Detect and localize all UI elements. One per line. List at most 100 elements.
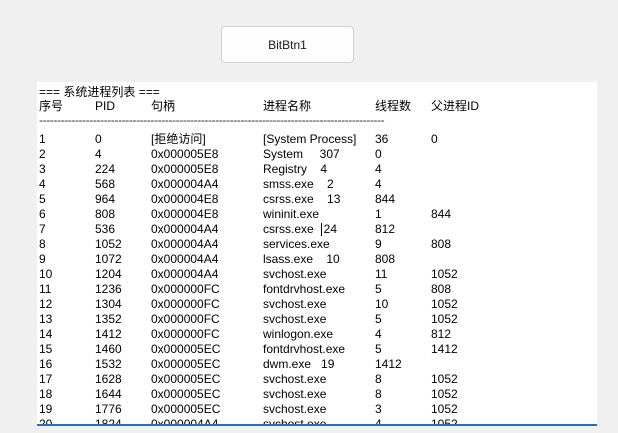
cell-parent-pid: 1052 bbox=[431, 312, 458, 326]
cell-thread-count: 5 bbox=[375, 342, 382, 356]
cell-thread-count: 10 bbox=[375, 297, 389, 311]
cell-index: 14 bbox=[39, 327, 53, 341]
process-row: 15 1460 0x000005EC fontdrvhost.exe 5 1412 bbox=[39, 342, 597, 357]
cell-index: 1 bbox=[39, 132, 46, 146]
cell-process-name: csrss.exe 13 bbox=[263, 192, 341, 206]
cell-process-name: svchost.exe bbox=[263, 297, 327, 311]
cell-thread-count: 4 bbox=[375, 327, 382, 341]
cell-process-name: wininit.exe bbox=[263, 207, 320, 221]
memo-content: === 系统进程列表 === 序号 PID 句柄 进程名称 线程数 父进程ID … bbox=[39, 85, 597, 426]
cell-process-name: services.exe bbox=[263, 237, 330, 251]
cell-handle: 0x000000FC bbox=[151, 327, 220, 341]
cell-process-name: fontdrvhost.exe bbox=[263, 342, 346, 356]
cell-handle: 0x000004A4 bbox=[151, 252, 219, 266]
process-row: 12 1304 0x000000FC svchost.exe 10 1052 bbox=[39, 297, 597, 312]
cell-handle: 0x000000FC bbox=[151, 282, 220, 296]
cell-process-name: lsass.exe 10 bbox=[263, 252, 340, 266]
cell-thread-count: 11 bbox=[375, 267, 388, 281]
cell-thread-count: 812 bbox=[375, 222, 396, 236]
cell-process-name: Registry 4 bbox=[263, 162, 328, 176]
cell-thread-count: 1412 bbox=[375, 357, 402, 371]
cell-pid: 0 bbox=[95, 132, 102, 146]
cell-thread-count: 4 bbox=[375, 417, 382, 426]
cell-handle: 0x000000FC bbox=[151, 297, 220, 311]
cell-process-name: csrss.exe 24 bbox=[263, 222, 338, 236]
header-row: 序号 PID 句柄 进程名称 线程数 父进程ID bbox=[39, 98, 597, 114]
cell-process-name: System 307 bbox=[263, 147, 340, 161]
cell-handle: 0x000005E8 bbox=[151, 147, 219, 161]
process-row: 18 1644 0x000005EC svchost.exe 8 1052 bbox=[39, 387, 597, 402]
cell-thread-count: 8 bbox=[375, 387, 382, 401]
cell-process-name: winlogon.exe bbox=[263, 327, 334, 341]
cell-pid: 1304 bbox=[95, 297, 122, 311]
cell-pid: 1204 bbox=[95, 267, 122, 281]
cell-pid: 1532 bbox=[95, 357, 122, 371]
process-row: 3 224 0x000005E8 Registry 4 4 bbox=[39, 162, 597, 177]
process-row: 1 0 [拒绝访问] [System Process] 36 0 bbox=[39, 132, 597, 147]
cell-index: 6 bbox=[39, 207, 46, 221]
header-process-name: 进程名称 bbox=[263, 99, 312, 113]
cell-pid: 1352 bbox=[95, 312, 122, 326]
cell-parent-pid: 1412 bbox=[431, 342, 458, 356]
cell-index: 2 bbox=[39, 147, 46, 161]
process-row: 19 1776 0x000005EC svchost.exe 3 1052 bbox=[39, 402, 597, 417]
cell-pid: 1052 bbox=[95, 237, 122, 251]
memo-title: === 系统进程列表 === bbox=[39, 85, 160, 99]
cell-parent-pid: 1052 bbox=[431, 402, 458, 416]
cell-handle: 0x000004A4 bbox=[151, 267, 219, 281]
cell-index: 5 bbox=[39, 192, 46, 206]
cell-index: 16 bbox=[39, 357, 53, 371]
cell-parent-pid: 1052 bbox=[431, 297, 458, 311]
cell-handle: 0x000000FC bbox=[151, 312, 220, 326]
cell-handle: 0x000004A4 bbox=[151, 177, 219, 191]
process-list-memo[interactable]: === 系统进程列表 === 序号 PID 句柄 进程名称 线程数 父进程ID … bbox=[37, 82, 597, 426]
cell-pid: 1644 bbox=[95, 387, 122, 401]
cell-process-name: [System Process] bbox=[263, 132, 357, 146]
cell-index: 15 bbox=[39, 342, 53, 356]
cell-pid: 536 bbox=[95, 222, 116, 236]
process-row: 9 1072 0x000004A4 lsass.exe 10 808 bbox=[39, 252, 597, 267]
cell-pid: 568 bbox=[95, 177, 116, 191]
process-row: 2 4 0x000005E8 System 307 0 bbox=[39, 147, 597, 162]
cell-thread-count: 0 bbox=[375, 147, 382, 161]
cell-pid: 1628 bbox=[95, 372, 122, 386]
cell-process-name: smss.exe 2 bbox=[263, 177, 334, 191]
cell-parent-pid: 844 bbox=[431, 207, 452, 221]
cell-thread-count: 5 bbox=[375, 282, 382, 296]
process-row: 5 964 0x000004E8 csrss.exe 13 844 bbox=[39, 192, 597, 207]
cell-parent-pid: 808 bbox=[431, 282, 452, 296]
text-caret bbox=[321, 223, 322, 236]
cell-index: 3 bbox=[39, 162, 46, 176]
bitbtn1-button[interactable]: BitBtn1 bbox=[221, 26, 354, 63]
cell-thread-count: 4 bbox=[375, 177, 382, 191]
process-row: 20 1824 0x000004A4 svchost.exe 4 1052 bbox=[39, 417, 597, 426]
cell-handle: 0x000004A4 bbox=[151, 237, 219, 251]
cell-pid: 1412 bbox=[95, 327, 122, 341]
cell-handle: 0x000004A4 bbox=[151, 417, 219, 426]
cell-thread-count: 5 bbox=[375, 312, 382, 326]
divider-line: ----------------------------------------… bbox=[39, 113, 385, 127]
cell-parent-pid: 1052 bbox=[431, 372, 458, 386]
cell-index: 8 bbox=[39, 237, 46, 251]
cell-parent-pid: 808 bbox=[431, 237, 452, 251]
cell-thread-count: 36 bbox=[375, 132, 389, 146]
cell-pid: 1072 bbox=[95, 252, 122, 266]
cell-index: 9 bbox=[39, 252, 46, 266]
cell-parent-pid: 812 bbox=[431, 327, 452, 341]
cell-process-name: dwm.exe 19 bbox=[263, 357, 335, 371]
process-row: 6 808 0x000004E8 wininit.exe 1 844 bbox=[39, 207, 597, 222]
cell-index: 12 bbox=[39, 297, 53, 311]
cell-process-name: svchost.exe bbox=[263, 312, 327, 326]
cell-process-name: fontdrvhost.exe bbox=[263, 282, 346, 296]
process-row: 10 1204 0x000004A4 svchost.exe 11 1052 bbox=[39, 267, 597, 282]
cell-index: 4 bbox=[39, 177, 46, 191]
process-row: 16 1532 0x000005EC dwm.exe 19 1412 bbox=[39, 357, 597, 372]
cell-handle: 0x000004A4 bbox=[151, 222, 219, 236]
cell-process-name: svchost.exe bbox=[263, 372, 327, 386]
cell-pid: 1460 bbox=[95, 342, 122, 356]
cell-process-name: svchost.exe bbox=[263, 417, 327, 426]
cell-index: 20 bbox=[39, 417, 53, 426]
cell-thread-count: 844 bbox=[375, 192, 396, 206]
header-handle: 句柄 bbox=[151, 99, 176, 113]
header-pid: PID bbox=[95, 99, 116, 113]
